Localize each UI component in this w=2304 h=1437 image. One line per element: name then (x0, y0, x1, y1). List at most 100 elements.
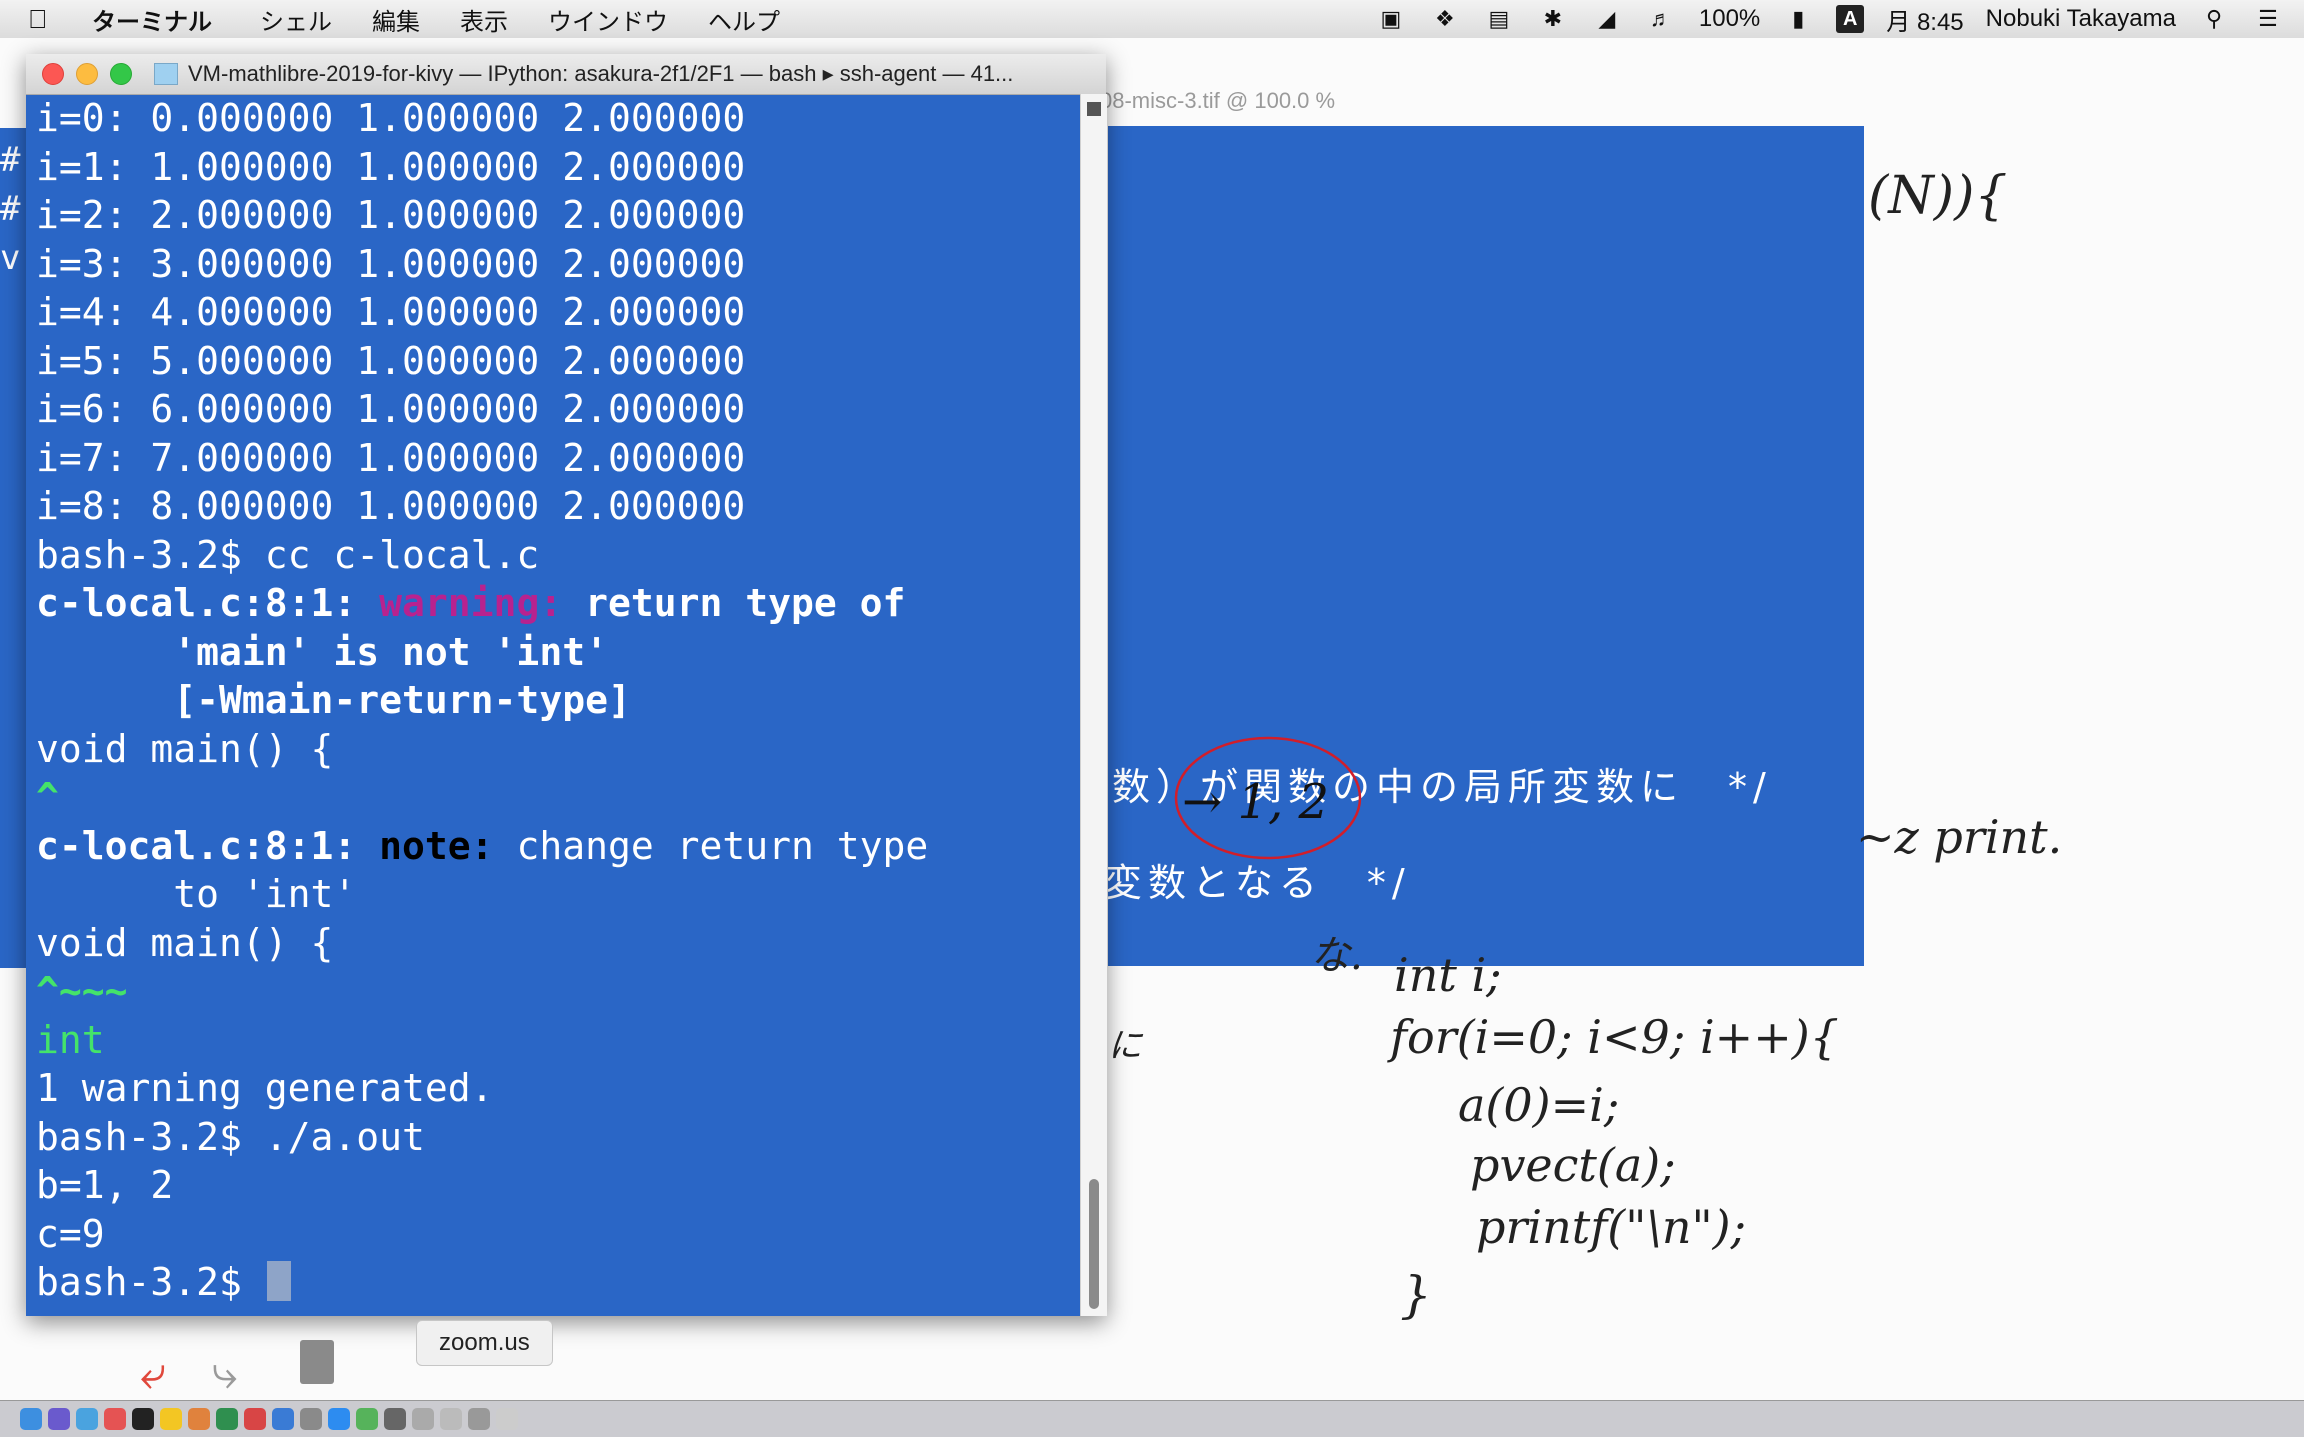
compile-command: bash-3.2$ cc c-local.c (36, 532, 540, 577)
document-proxy-icon[interactable] (154, 63, 178, 85)
undo-arrow-icon[interactable]: ⤶ (140, 1345, 166, 1401)
terminal-scrollbar[interactable] (1080, 94, 1107, 1316)
handwriting-print-note: ~z print. (1856, 810, 2063, 864)
warning-flag: [-Wmain-return-type] (36, 678, 631, 722)
camera-icon[interactable]: ▣ (1375, 6, 1407, 32)
output-line: i=0: 0.000000 1.000000 2.000000 (36, 96, 746, 140)
menubar-user[interactable]: Nobuki Takayama (1986, 5, 2176, 33)
program-output: b=1, 2 (36, 1163, 174, 1207)
menu-help[interactable]: ヘルプ (708, 2, 780, 37)
handwriting-line: pvect(a); (1470, 1138, 1676, 1192)
terminal-output[interactable]: i=0: 0.000000 1.000000 2.000000 i=1: 1.0… (36, 94, 1076, 1316)
handwriting-line: a(0)=i; (1458, 1078, 1620, 1132)
volume-icon[interactable]: ♬ (1645, 6, 1677, 32)
wifi-icon[interactable]: ◢ (1591, 6, 1623, 32)
handwriting-line: int i; (1394, 948, 1502, 1002)
menu-app-name[interactable]: ターミナル (92, 2, 212, 37)
handwriting-mark: な. (1310, 933, 1363, 979)
terminal-titlebar[interactable]: VM-mathlibre-2019-for-kivy — IPython: as… (26, 54, 1106, 95)
output-line: i=7: 7.000000 1.000000 2.000000 (36, 435, 746, 480)
chrome-icon[interactable] (356, 1408, 378, 1430)
close-window-icon[interactable] (42, 63, 64, 85)
app-store-icon[interactable] (272, 1408, 294, 1430)
warning-label: warning: (379, 581, 563, 625)
output-line: i=6: 6.000000 1.000000 2.000000 (36, 387, 746, 431)
menu-bar:  ターミナル シェル 編集 表示 ウインドウ ヘルプ ▣ ❖ ▤ ✱ ◢ ♬ … (0, 0, 2304, 39)
finder-icon[interactable] (20, 1408, 42, 1430)
text-cursor (266, 1261, 291, 1301)
zoom-dock-icon[interactable] (328, 1408, 350, 1430)
output-line: i=2: 2.000000 1.000000 2.000000 (36, 193, 746, 237)
document-dock-icon[interactable] (496, 1408, 518, 1430)
dock (0, 1400, 2304, 1437)
document-dock-icon[interactable] (440, 1408, 462, 1430)
slide-image: 数）が関数の中の局所変数に */ 変数となる */ → 1, 2 (1108, 126, 1864, 966)
note-continuation: to 'int' (36, 872, 357, 916)
shell-prompt: bash-3.2$ (36, 1260, 265, 1304)
dropbox-icon[interactable]: ❖ (1429, 6, 1461, 32)
minimize-window-icon[interactable] (76, 63, 98, 85)
note-location: c-local.c:8:1: (36, 823, 380, 868)
menu-edit[interactable]: 編集 (372, 2, 420, 37)
trash-icon[interactable] (300, 1340, 334, 1384)
document-dock-icon[interactable] (412, 1408, 434, 1430)
menubar-clock[interactable]: 月 8:45 (1886, 2, 1963, 37)
status-area: ▣ ❖ ▤ ✱ ◢ ♬ 100% ▮ A 月 8:45 Nobuki Takay… (1375, 0, 2284, 38)
handwriting-top-right: (N)){ (1868, 166, 2008, 226)
zoom-window-icon[interactable] (110, 63, 132, 85)
prompt-line[interactable]: bash-3.2$ (36, 1258, 1076, 1307)
notification-center-icon[interactable]: ☰ (2252, 6, 2284, 32)
menu-window[interactable]: ウインドウ (548, 2, 668, 37)
terminal-window[interactable]: VM-mathlibre-2019-for-kivy — IPython: as… (26, 54, 1107, 1316)
left-fragment: # (0, 189, 21, 229)
background-window-title: 08-misc-3.tif @ 100.0 % (1100, 88, 1336, 113)
left-fragment: # (0, 140, 21, 180)
notes-icon[interactable] (160, 1408, 182, 1430)
program-output: c=9 (36, 1211, 105, 1256)
menu-view[interactable]: 表示 (460, 2, 508, 37)
battery-icon[interactable]: ▮ (1782, 6, 1814, 32)
note-label: note: (379, 823, 494, 868)
warning-summary: 1 warning generated. (36, 1066, 494, 1110)
source-line: void main() { (36, 726, 334, 771)
output-line: i=1: 1.000000 1.000000 2.000000 (36, 144, 746, 189)
firefox-icon[interactable] (188, 1408, 210, 1430)
app-dock-icon[interactable] (216, 1408, 238, 1430)
red-annotation-text: → 1, 2 (1182, 774, 1330, 830)
fixit-line: int (36, 1017, 105, 1062)
menu-shell[interactable]: シェル (260, 2, 332, 37)
app-dock-icon[interactable] (244, 1408, 266, 1430)
bluetooth-icon[interactable]: ✱ (1537, 6, 1569, 32)
handwriting-kanji: に (1108, 1026, 1142, 1066)
document-dock-icon[interactable] (468, 1408, 490, 1430)
scroll-split-icon[interactable] (1087, 102, 1101, 116)
output-line: i=3: 3.000000 1.000000 2.000000 (36, 241, 746, 286)
warning-message: return type of (562, 581, 906, 625)
system-preferences-icon[interactable] (300, 1408, 322, 1430)
battery-percent: 100% (1698, 5, 1761, 32)
note-message: change return type (493, 823, 929, 868)
terminal-dock-icon[interactable] (132, 1408, 154, 1430)
safari-icon[interactable] (76, 1408, 98, 1430)
launchpad-icon[interactable] (48, 1408, 70, 1430)
x11-icon[interactable] (384, 1408, 406, 1430)
warning-continuation: 'main' is not 'int' (36, 629, 608, 674)
redo-arrow-icon[interactable]: ⤷ (212, 1345, 238, 1401)
display-icon[interactable]: ▤ (1483, 6, 1515, 32)
terminal-window-title: VM-mathlibre-2019-for-kivy — IPython: as… (188, 61, 1014, 86)
note-line: c-local.c:8:1: note: change return type (36, 822, 1076, 871)
apple-menu-icon[interactable]:  (28, 4, 64, 35)
left-fragment: v (0, 238, 21, 278)
calendar-icon[interactable] (104, 1408, 126, 1430)
input-source-indicator[interactable]: A (1836, 5, 1865, 33)
run-command: bash-3.2$ ./a.out (36, 1114, 425, 1159)
output-line: i=5: 5.000000 1.000000 2.000000 (36, 338, 746, 383)
background-left-strip: # # v (0, 128, 28, 968)
caret-line: ^ (36, 775, 59, 819)
output-line: i=8: 8.000000 1.000000 2.000000 (36, 484, 746, 528)
spotlight-search-icon[interactable]: ⚲ (2198, 6, 2230, 32)
handwriting-line: for(i=0; i<9; i++){ (1390, 1010, 1839, 1064)
warning-location: c-local.c:8:1: (36, 581, 380, 625)
handwriting-line: } (1400, 1266, 1432, 1324)
scrollbar-thumb[interactable] (1089, 1179, 1099, 1309)
